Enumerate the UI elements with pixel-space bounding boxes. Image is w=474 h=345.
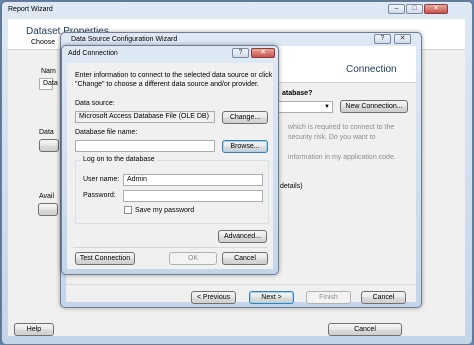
ds-info-line-1: which is required to connect to the xyxy=(288,124,395,131)
ds-help-button[interactable]: ? xyxy=(374,34,391,44)
ds-wizard-title: Data Source Configuration Wizard xyxy=(71,36,178,43)
username-value: Admin xyxy=(127,176,147,183)
change-button[interactable]: Change... xyxy=(222,111,268,124)
next-button[interactable]: Next > xyxy=(249,291,294,304)
available-label: Avail xyxy=(39,193,55,200)
ds-details-label: details) xyxy=(280,183,303,190)
dialog-cancel-button[interactable]: Cancel xyxy=(222,252,268,265)
report-wizard-title: Report Wizard xyxy=(8,6,53,13)
data-label: Data xyxy=(39,129,54,136)
data-source-value: Microsoft Access Database File (OLE DB) xyxy=(79,113,209,120)
ds-close-button[interactable]: ✕ xyxy=(394,34,411,44)
save-password-checkbox[interactable] xyxy=(124,206,132,214)
dialog-close-button[interactable]: ✕ xyxy=(251,48,275,58)
close-button[interactable]: ✕ xyxy=(424,4,448,14)
dropdown-arrow-icon: ▼ xyxy=(324,104,330,110)
ds-info-line-3: information in my application code. xyxy=(288,154,396,161)
password-input[interactable] xyxy=(123,190,263,202)
advanced-button[interactable]: Advanced... xyxy=(218,230,267,243)
intro-line-2: "Change" to choose a different data sour… xyxy=(75,81,259,88)
password-label: Password: xyxy=(83,192,116,199)
connection-dropdown[interactable]: ▼ xyxy=(271,101,333,113)
choose-label: Choose xyxy=(31,39,56,46)
dialog-help-button[interactable]: ? xyxy=(232,48,249,58)
name-label: Nam xyxy=(41,68,56,75)
ds-question: atabase? xyxy=(282,90,313,97)
ds-cancel-button[interactable]: Cancel xyxy=(361,291,406,304)
name-field-text: Data xyxy=(43,80,58,87)
dialog-footer-divider xyxy=(73,247,267,248)
test-connection-button[interactable]: Test Connection xyxy=(75,252,135,265)
ok-button[interactable]: OK xyxy=(169,252,217,265)
name-field[interactable]: Data xyxy=(39,78,58,90)
help-button[interactable]: Help xyxy=(14,323,54,336)
maximize-button[interactable]: □ xyxy=(406,4,423,14)
db-file-label: Database file name: xyxy=(75,129,138,136)
report-cancel-button[interactable]: Cancel xyxy=(328,323,402,336)
finish-button[interactable]: Finish xyxy=(306,291,351,304)
ds-info-line-2: security risk. Do you want to xyxy=(288,134,376,141)
ds-heading-fragment: Connection xyxy=(346,64,397,75)
logon-heading: Log on to the database xyxy=(81,156,157,163)
minimize-button[interactable]: – xyxy=(388,4,405,14)
db-file-input[interactable] xyxy=(75,140,215,152)
save-password-label: Save my password xyxy=(135,207,195,214)
new-connection-button[interactable]: New Connection... xyxy=(340,100,408,113)
ds-footer-divider xyxy=(66,284,416,285)
report-side-button[interactable] xyxy=(39,139,59,152)
browse-button[interactable]: Browse... xyxy=(222,140,268,153)
previous-button[interactable]: < Previous xyxy=(191,291,236,304)
add-connection-title: Add Connection xyxy=(68,50,118,57)
add-connection-dialog: Add Connection ? ✕ Enter information to … xyxy=(61,45,279,275)
username-input[interactable]: Admin xyxy=(123,174,263,186)
username-label: User name: xyxy=(83,176,120,183)
data-source-label: Data source: xyxy=(75,100,115,107)
add-connection-body: Enter information to connect to the sele… xyxy=(67,63,273,269)
intro-line-1: Enter information to connect to the sele… xyxy=(75,72,273,79)
data-source-field: Microsoft Access Database File (OLE DB) xyxy=(75,111,215,123)
report-side-button-2[interactable] xyxy=(38,203,58,216)
